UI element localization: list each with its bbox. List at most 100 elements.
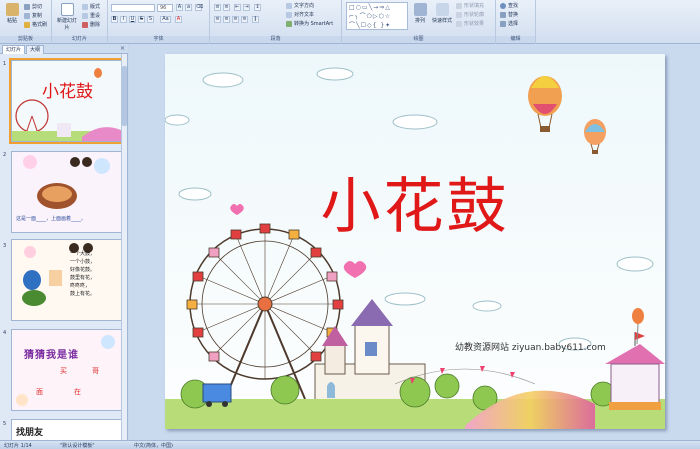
reset-icon bbox=[82, 12, 88, 19]
arrange-icon bbox=[413, 3, 427, 16]
delete-slide-button[interactable]: 删除 bbox=[82, 21, 100, 28]
grow-font-button[interactable]: A bbox=[176, 4, 183, 11]
change-case-button[interactable]: Aa bbox=[160, 16, 171, 23]
quick-styles-button[interactable]: 快速样式 bbox=[430, 2, 454, 32]
outline-icon bbox=[456, 11, 462, 18]
language-status[interactable]: 中文(简体，中国) bbox=[134, 442, 173, 449]
slide-number: 1 bbox=[3, 61, 7, 67]
replace-button[interactable]: 替换 bbox=[500, 11, 518, 18]
slides-group: 新建幻灯片 版式 重设 删除 幻灯片 bbox=[52, 0, 108, 44]
powerpoint-window: 粘贴 剪切 复制 格式刷 剪贴板 新建幻灯片 版式 重设 删除 幻灯片 96 A… bbox=[0, 0, 700, 449]
bullets-button[interactable]: ≡ bbox=[214, 4, 221, 11]
thumbnail-5-heading: 找朋友 bbox=[16, 428, 44, 438]
slide-thumbnail-3[interactable]: 一个大鼓， 一个小鼓， 好像花鼓。 鼓里有花， 咚咚咚， 鼓上有花。 bbox=[11, 239, 122, 321]
align-text-button[interactable]: 对齐文本 bbox=[286, 11, 314, 18]
theme-status[interactable]: "默认设计模板" bbox=[60, 442, 95, 449]
text-direction-button[interactable]: 文字方向 bbox=[286, 2, 314, 9]
clear-format-button[interactable]: ⌫ bbox=[195, 4, 203, 11]
editing-group: 查找 替换 选择 编辑 bbox=[496, 0, 536, 44]
align-text-icon bbox=[286, 11, 292, 18]
increase-indent-button[interactable]: ⇥ bbox=[243, 4, 250, 11]
slides-group-label: 幻灯片 bbox=[52, 36, 107, 43]
panel-scrollbar[interactable] bbox=[121, 54, 127, 440]
replace-icon bbox=[500, 11, 506, 18]
effects-icon bbox=[456, 20, 462, 27]
align-center-button[interactable]: ≡ bbox=[223, 16, 230, 23]
layout-icon bbox=[82, 3, 88, 10]
tab-slides[interactable]: 幻灯片 bbox=[2, 45, 26, 54]
smartart-button[interactable]: 转换为 SmartArt bbox=[286, 20, 333, 27]
thumbnail-2-caption: 这是一面____，上面画着____。 bbox=[16, 216, 87, 222]
numbering-button[interactable]: ≡ bbox=[223, 4, 230, 11]
thumbnail-4-art bbox=[12, 330, 121, 410]
slide-thumbnail-5[interactable]: 找朋友 bbox=[11, 419, 122, 440]
font-size-select[interactable]: 96 bbox=[157, 4, 173, 12]
arrange-button[interactable]: 排列 bbox=[410, 2, 430, 32]
shrink-font-button[interactable]: a bbox=[185, 4, 192, 11]
decrease-indent-button[interactable]: ⇤ bbox=[234, 4, 241, 11]
slide-number: 3 bbox=[3, 243, 7, 249]
status-bar: 幻灯片 1/14 "默认设计模板" 中文(简体，中国) bbox=[0, 440, 700, 449]
paste-icon bbox=[5, 3, 19, 16]
slide-position-status: 幻灯片 1/14 bbox=[4, 443, 32, 449]
smartart-icon bbox=[286, 20, 292, 27]
align-left-button[interactable]: ≡ bbox=[214, 16, 221, 23]
font-color-button[interactable]: A bbox=[175, 16, 182, 23]
ribbon: 粘贴 剪切 复制 格式刷 剪贴板 新建幻灯片 版式 重设 删除 幻灯片 96 A… bbox=[0, 0, 700, 44]
font-group: 96 A a ⌫ B I U S S Aa A 字体 bbox=[108, 0, 210, 44]
clipboard-group: 粘贴 剪切 复制 格式刷 剪贴板 bbox=[0, 0, 52, 44]
font-group-label: 字体 bbox=[108, 36, 209, 43]
italic-button[interactable]: I bbox=[120, 16, 127, 23]
slide-thumbnail-2[interactable]: 这是一面____，上面画着____。 bbox=[11, 151, 122, 233]
slide-watermark: 幼教资源网站 ziyuan.baby611.com bbox=[455, 343, 606, 353]
brush-icon bbox=[24, 21, 30, 28]
reset-button[interactable]: 重设 bbox=[82, 12, 100, 19]
close-icon[interactable]: × bbox=[120, 45, 125, 52]
layout-button[interactable]: 版式 bbox=[82, 3, 100, 10]
tab-outline[interactable]: 大纲 bbox=[26, 45, 45, 54]
format-painter-button[interactable]: 格式刷 bbox=[24, 21, 47, 28]
select-button[interactable]: 选择 bbox=[500, 20, 518, 27]
current-slide[interactable]: 小花鼓 幼教资源网站 ziyuan.baby611.com bbox=[165, 54, 665, 429]
slide-title[interactable]: 小花鼓 bbox=[165, 158, 665, 245]
thumbnail-4-char: 面 bbox=[36, 388, 43, 396]
line-spacing-button[interactable]: ↕ bbox=[254, 4, 261, 11]
columns-button[interactable]: ∥ bbox=[252, 16, 259, 23]
shapes-gallery[interactable]: □○▭╲→⇒△ ⌐╮⌒⬠▷⬡☆ ⌒╲☐◇{ }✦ bbox=[346, 2, 408, 30]
editing-group-label: 编辑 bbox=[496, 36, 535, 43]
clipboard-group-label: 剪贴板 bbox=[0, 36, 51, 43]
drawing-group: □○▭╲→⇒△ ⌐╮⌒⬠▷⬡☆ ⌒╲☐◇{ }✦ 排列 快速样式 形状填充 形状轮廓… bbox=[342, 0, 496, 44]
quick-styles-icon bbox=[435, 3, 449, 16]
thumbnail-4-char: 在 bbox=[74, 388, 81, 396]
new-slide-button[interactable]: 新建幻灯片 bbox=[56, 2, 78, 32]
search-icon bbox=[500, 2, 506, 9]
slide-thumbnail-4[interactable]: 猜猜我是谁 买 哥 面 在 bbox=[11, 329, 122, 411]
paragraph-group-label: 段落 bbox=[210, 36, 341, 43]
font-name-select[interactable] bbox=[111, 4, 155, 12]
align-right-button[interactable]: ≡ bbox=[232, 16, 239, 23]
thumbnail-4-char: 买 bbox=[60, 367, 67, 375]
slide-thumbnail-1[interactable]: 小花鼓 bbox=[9, 58, 124, 144]
copy-button[interactable]: 复制 bbox=[24, 12, 42, 19]
underline-button[interactable]: U bbox=[129, 16, 136, 23]
find-button[interactable]: 查找 bbox=[500, 2, 518, 9]
strikethrough-button[interactable]: S bbox=[138, 16, 145, 23]
scrollbar-thumb[interactable] bbox=[122, 66, 127, 126]
paragraph-group: ≡ ≡ ⇤ ⇥ ↕ ≡ ≡ ≡ ≡ ∥ 文字方向 对齐文本 转换为 SmartA… bbox=[210, 0, 342, 44]
justify-button[interactable]: ≡ bbox=[241, 16, 248, 23]
slide-number: 4 bbox=[3, 330, 7, 336]
shape-fill-button[interactable]: 形状填充 bbox=[456, 2, 484, 9]
cut-button[interactable]: 剪切 bbox=[24, 3, 42, 10]
paste-button[interactable]: 粘贴 bbox=[2, 2, 22, 32]
drawing-group-label: 绘图 bbox=[342, 36, 495, 43]
thumbnail-3-art bbox=[12, 240, 121, 320]
bold-button[interactable]: B bbox=[111, 16, 118, 23]
cursor-icon bbox=[500, 20, 506, 27]
fill-icon bbox=[456, 2, 462, 9]
slide-number: 2 bbox=[3, 152, 7, 158]
shape-outline-button[interactable]: 形状轮廓 bbox=[456, 11, 484, 18]
shape-effects-button[interactable]: 形状效果 bbox=[456, 20, 484, 27]
slide-number: 5 bbox=[3, 421, 7, 427]
shadow-button[interactable]: S bbox=[147, 16, 154, 23]
slides-panel: 幻灯片 大纲 × 1 小花鼓 2 这是一面____，上面画着____。 3 一个… bbox=[0, 44, 128, 440]
